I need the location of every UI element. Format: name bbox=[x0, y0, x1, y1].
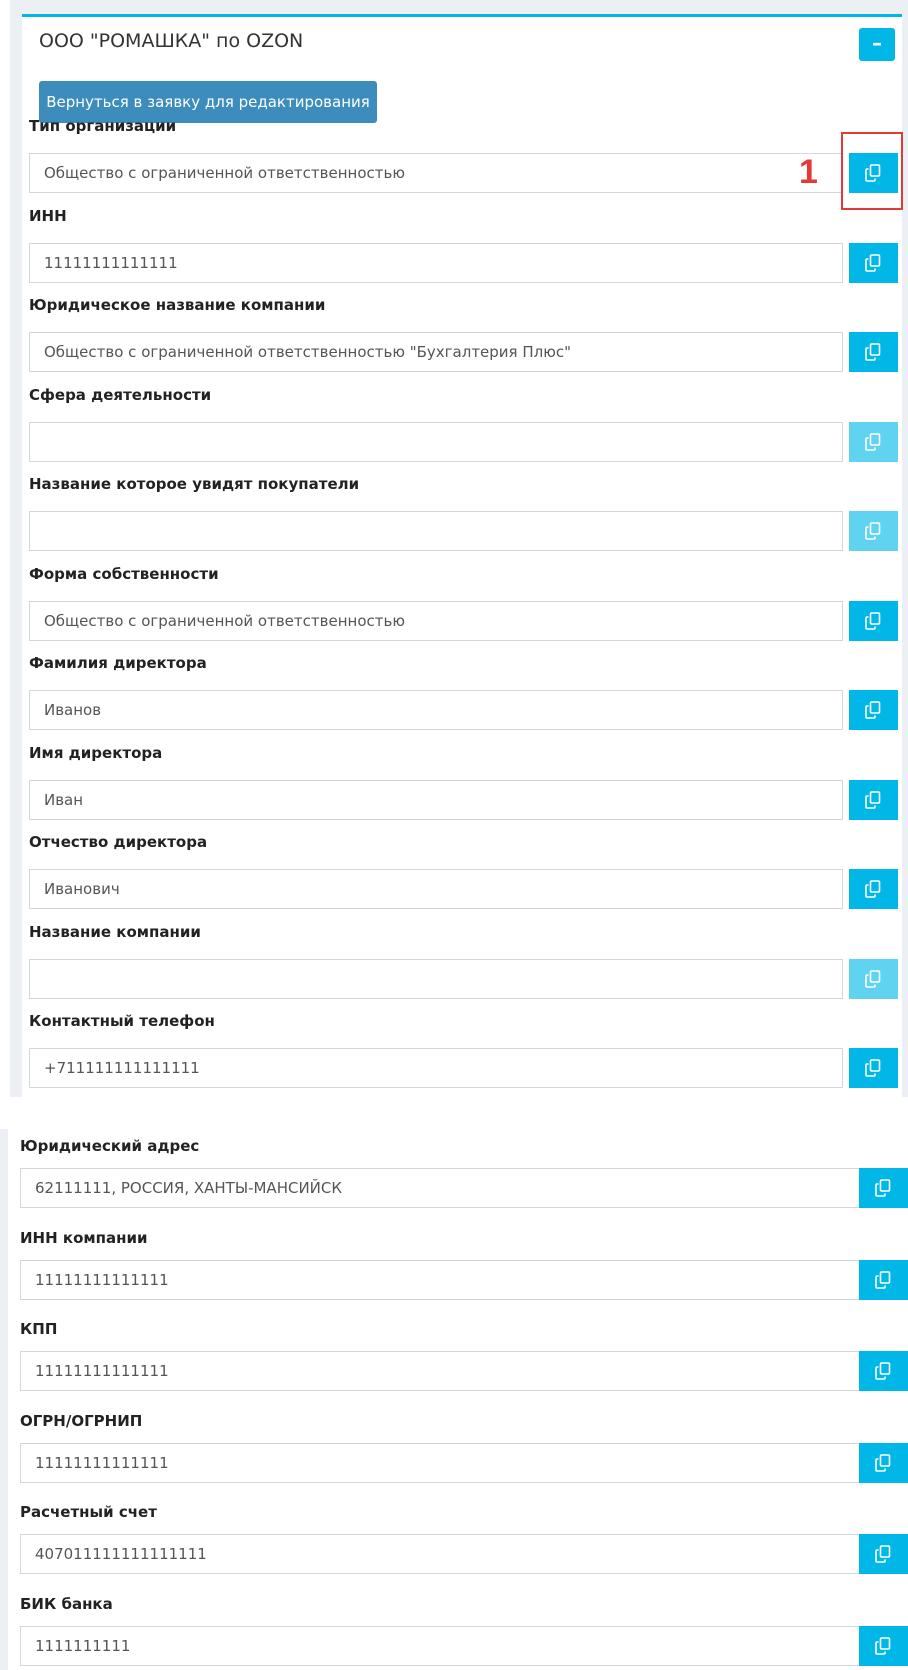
field-label: Имя директора bbox=[29, 744, 163, 762]
field-input[interactable]: 11111111111111 bbox=[29, 243, 843, 283]
field-input[interactable]: 11111111111111 bbox=[20, 1351, 864, 1391]
copy-button[interactable] bbox=[859, 1260, 908, 1300]
field-input[interactable] bbox=[29, 422, 843, 462]
copy-button[interactable] bbox=[849, 780, 898, 820]
field-input[interactable]: 11111111111111 bbox=[20, 1260, 864, 1300]
field-label: КПП bbox=[20, 1320, 58, 1338]
field-label: Отчество директора bbox=[29, 833, 208, 851]
field-label: ИНН компании bbox=[20, 1229, 148, 1247]
copy-button[interactable] bbox=[859, 1351, 908, 1391]
copy-button[interactable] bbox=[859, 1534, 908, 1574]
collapse-button[interactable]: – bbox=[859, 28, 895, 61]
field-input[interactable]: 11111111111111 bbox=[20, 1443, 864, 1483]
copy-button[interactable] bbox=[849, 332, 898, 372]
field-input[interactable]: Иван bbox=[29, 780, 843, 820]
field-input[interactable] bbox=[29, 511, 843, 551]
copy-button[interactable] bbox=[849, 422, 898, 462]
field-input[interactable]: Иванов bbox=[29, 690, 843, 730]
field-input[interactable]: Общество с ограниченной ответственностью… bbox=[29, 332, 843, 372]
field-label: Форма собственности bbox=[29, 565, 219, 583]
field-label: Расчетный счет bbox=[20, 1503, 157, 1521]
minus-icon: – bbox=[872, 31, 882, 55]
copy-button[interactable] bbox=[849, 243, 898, 283]
field-label: Фамилия директора bbox=[29, 654, 207, 672]
copy-button[interactable] bbox=[859, 1168, 908, 1208]
panel-title: ООО "РОМАШКА" по OZON bbox=[39, 30, 304, 52]
field-input[interactable]: Общество с ограниченной ответственностью bbox=[29, 601, 843, 641]
field-label: ИНН bbox=[29, 207, 67, 225]
field-label: Тип организации bbox=[29, 117, 177, 135]
copy-button[interactable] bbox=[849, 869, 898, 909]
field-label: БИК банка bbox=[20, 1595, 113, 1613]
field-input[interactable] bbox=[29, 959, 843, 999]
field-input[interactable]: +711111111111111 bbox=[29, 1048, 843, 1088]
panel-edge bbox=[0, 1129, 8, 1670]
field-input[interactable]: 407011111111111111 bbox=[20, 1534, 864, 1574]
field-label: ОГРН/ОГРНИП bbox=[20, 1412, 143, 1430]
field-label: Юридическое название компании bbox=[29, 296, 326, 314]
copy-button[interactable] bbox=[849, 601, 898, 641]
field-input[interactable]: Общество с ограниченной ответственностью bbox=[29, 153, 843, 193]
annotation-number: 1 bbox=[799, 153, 818, 191]
field-input[interactable]: Иванович bbox=[29, 869, 843, 909]
copy-button[interactable] bbox=[849, 690, 898, 730]
field-label: Название компании bbox=[29, 923, 201, 941]
copy-button[interactable] bbox=[859, 1626, 908, 1666]
field-label: Название которое увидят покупатели bbox=[29, 475, 360, 493]
field-label: Контактный телефон bbox=[29, 1012, 215, 1030]
field-input[interactable]: 1111111111 bbox=[20, 1626, 864, 1666]
copy-button[interactable] bbox=[849, 511, 898, 551]
field-input[interactable]: 62111111, РОССИЯ, ХАНТЫ-МАНСИЙСК bbox=[20, 1168, 864, 1208]
field-label: Юридический адрес bbox=[20, 1137, 200, 1155]
copy-button[interactable] bbox=[859, 1443, 908, 1483]
annotation-highlight-box bbox=[841, 132, 903, 210]
copy-button[interactable] bbox=[849, 1048, 898, 1088]
copy-button[interactable] bbox=[849, 959, 898, 999]
field-label: Сфера деятельности bbox=[29, 386, 212, 404]
